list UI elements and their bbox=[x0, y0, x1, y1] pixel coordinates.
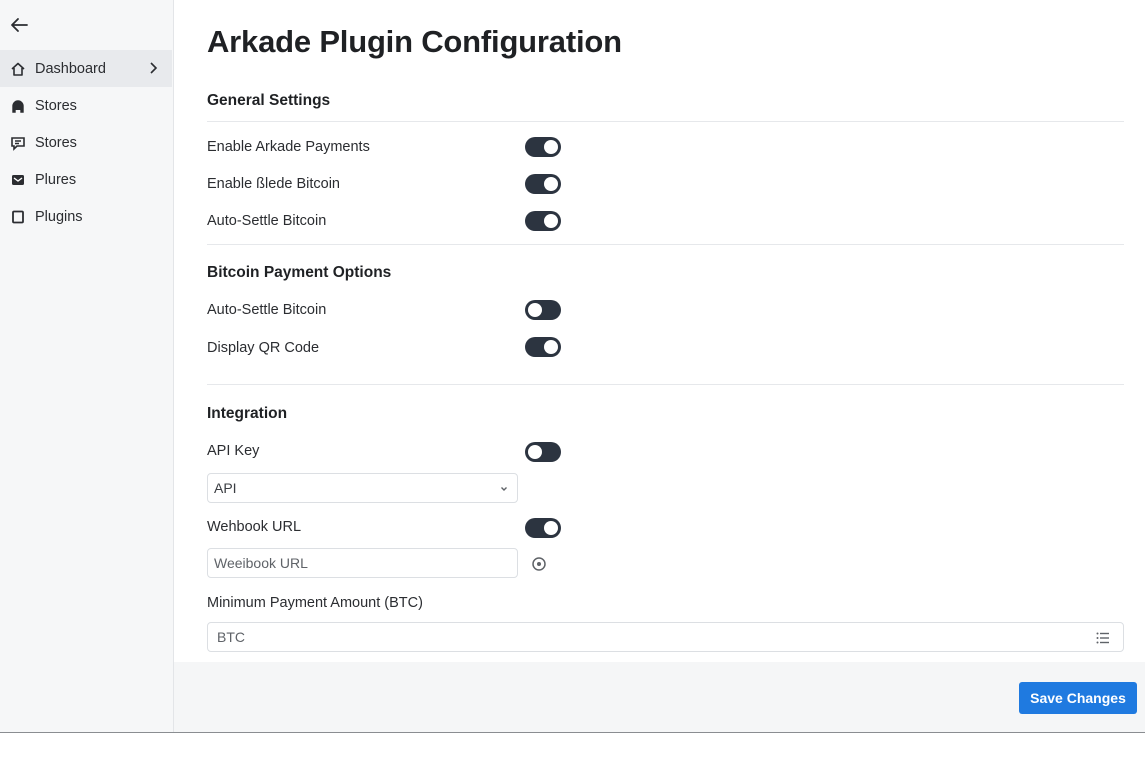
minimum-amount-input-wrapper bbox=[207, 622, 1124, 652]
square-icon bbox=[9, 208, 26, 225]
label-bitcoin-auto-settle: Auto-Settle Bitcoin bbox=[207, 302, 327, 318]
toggle-knob bbox=[528, 445, 542, 459]
inbox-icon bbox=[9, 171, 26, 188]
api-key-select-value: API bbox=[214, 480, 237, 496]
section-title-general: General Settings bbox=[207, 92, 331, 109]
toggle-bitcoin-auto-settle[interactable] bbox=[525, 300, 561, 320]
label-webhook-url: Wehbook URL bbox=[207, 519, 302, 535]
chevron-down-icon bbox=[501, 487, 507, 491]
label-enable-arkade-payments: Enable Arkade Payments bbox=[207, 139, 370, 155]
sidebar-item-label: Plugins bbox=[35, 208, 83, 225]
toggle-knob bbox=[544, 177, 558, 191]
toggle-knob bbox=[544, 521, 558, 535]
sidebar-item-label: Dashboard bbox=[35, 60, 106, 77]
divider bbox=[207, 121, 1124, 122]
toggle-webhook-url[interactable] bbox=[525, 518, 561, 538]
toggle-enable-arkade-payments[interactable] bbox=[525, 137, 561, 157]
chat-icon bbox=[9, 134, 26, 151]
home-icon bbox=[9, 60, 26, 77]
section-title-integration: Integration bbox=[207, 405, 288, 422]
toggle-enable-blade-bitcoin[interactable] bbox=[525, 174, 561, 194]
sidebar-item-stores-2[interactable]: Stores bbox=[0, 124, 172, 161]
label-api-key: API Key bbox=[207, 443, 260, 459]
webhook-url-input-wrapper bbox=[207, 548, 518, 578]
divider bbox=[207, 384, 1124, 385]
sidebar: Dashboard Stores Stores Plures Plugins bbox=[0, 0, 174, 732]
label-enable-blade-bitcoin: Enable ßlede Bitcoin bbox=[207, 176, 340, 192]
toggle-display-qr-code[interactable] bbox=[525, 337, 561, 357]
toggle-knob bbox=[544, 340, 558, 354]
minimum-amount-input[interactable] bbox=[217, 629, 1123, 645]
section-title-bitcoin-payment-options: Bitcoin Payment Options bbox=[207, 264, 392, 281]
sidebar-item-plugins[interactable]: Plugins bbox=[0, 198, 172, 235]
sidebar-item-label: Plures bbox=[35, 171, 77, 188]
main-area: Arkade Plugin Configuration General Sett… bbox=[174, 0, 1145, 732]
sidebar-item-dashboard[interactable]: Dashboard bbox=[0, 50, 172, 87]
sidebar-item-label: Stores bbox=[35, 134, 77, 151]
chevron-right-icon bbox=[150, 62, 158, 74]
sidebar-item-stores[interactable]: Stores bbox=[0, 87, 172, 124]
toggle-knob bbox=[544, 214, 558, 228]
list-icon[interactable] bbox=[1095, 630, 1111, 646]
settings-panel: Arkade Plugin Configuration General Sett… bbox=[174, 0, 1145, 662]
page-title: Arkade Plugin Configuration bbox=[207, 24, 622, 59]
refresh-icon[interactable] bbox=[531, 556, 547, 572]
label-auto-settle-bitcoin: Auto-Settle Bitcoin bbox=[207, 213, 327, 229]
arrow-left-icon bbox=[11, 18, 28, 32]
sidebar-item-plures[interactable]: Plures bbox=[0, 161, 172, 198]
headset-icon bbox=[9, 97, 26, 114]
toggle-auto-settle-bitcoin[interactable] bbox=[525, 211, 561, 231]
divider bbox=[207, 244, 1124, 245]
toggle-api-key[interactable] bbox=[525, 442, 561, 462]
back-button[interactable] bbox=[8, 14, 30, 36]
toggle-knob bbox=[544, 140, 558, 154]
sidebar-nav: Dashboard Stores Stores Plures Plugins bbox=[0, 50, 172, 235]
save-changes-button[interactable]: Save Changes bbox=[1019, 682, 1137, 714]
window-bottom-edge bbox=[0, 732, 1145, 733]
label-display-qr-code: Display QR Code bbox=[207, 340, 320, 356]
label-minimum-payment-amount: Minimum Payment Amount (BTC) bbox=[207, 595, 423, 611]
api-key-select[interactable]: API bbox=[207, 473, 518, 503]
webhook-url-input[interactable] bbox=[214, 555, 517, 571]
toggle-knob bbox=[528, 303, 542, 317]
sidebar-item-label: Stores bbox=[35, 97, 77, 114]
